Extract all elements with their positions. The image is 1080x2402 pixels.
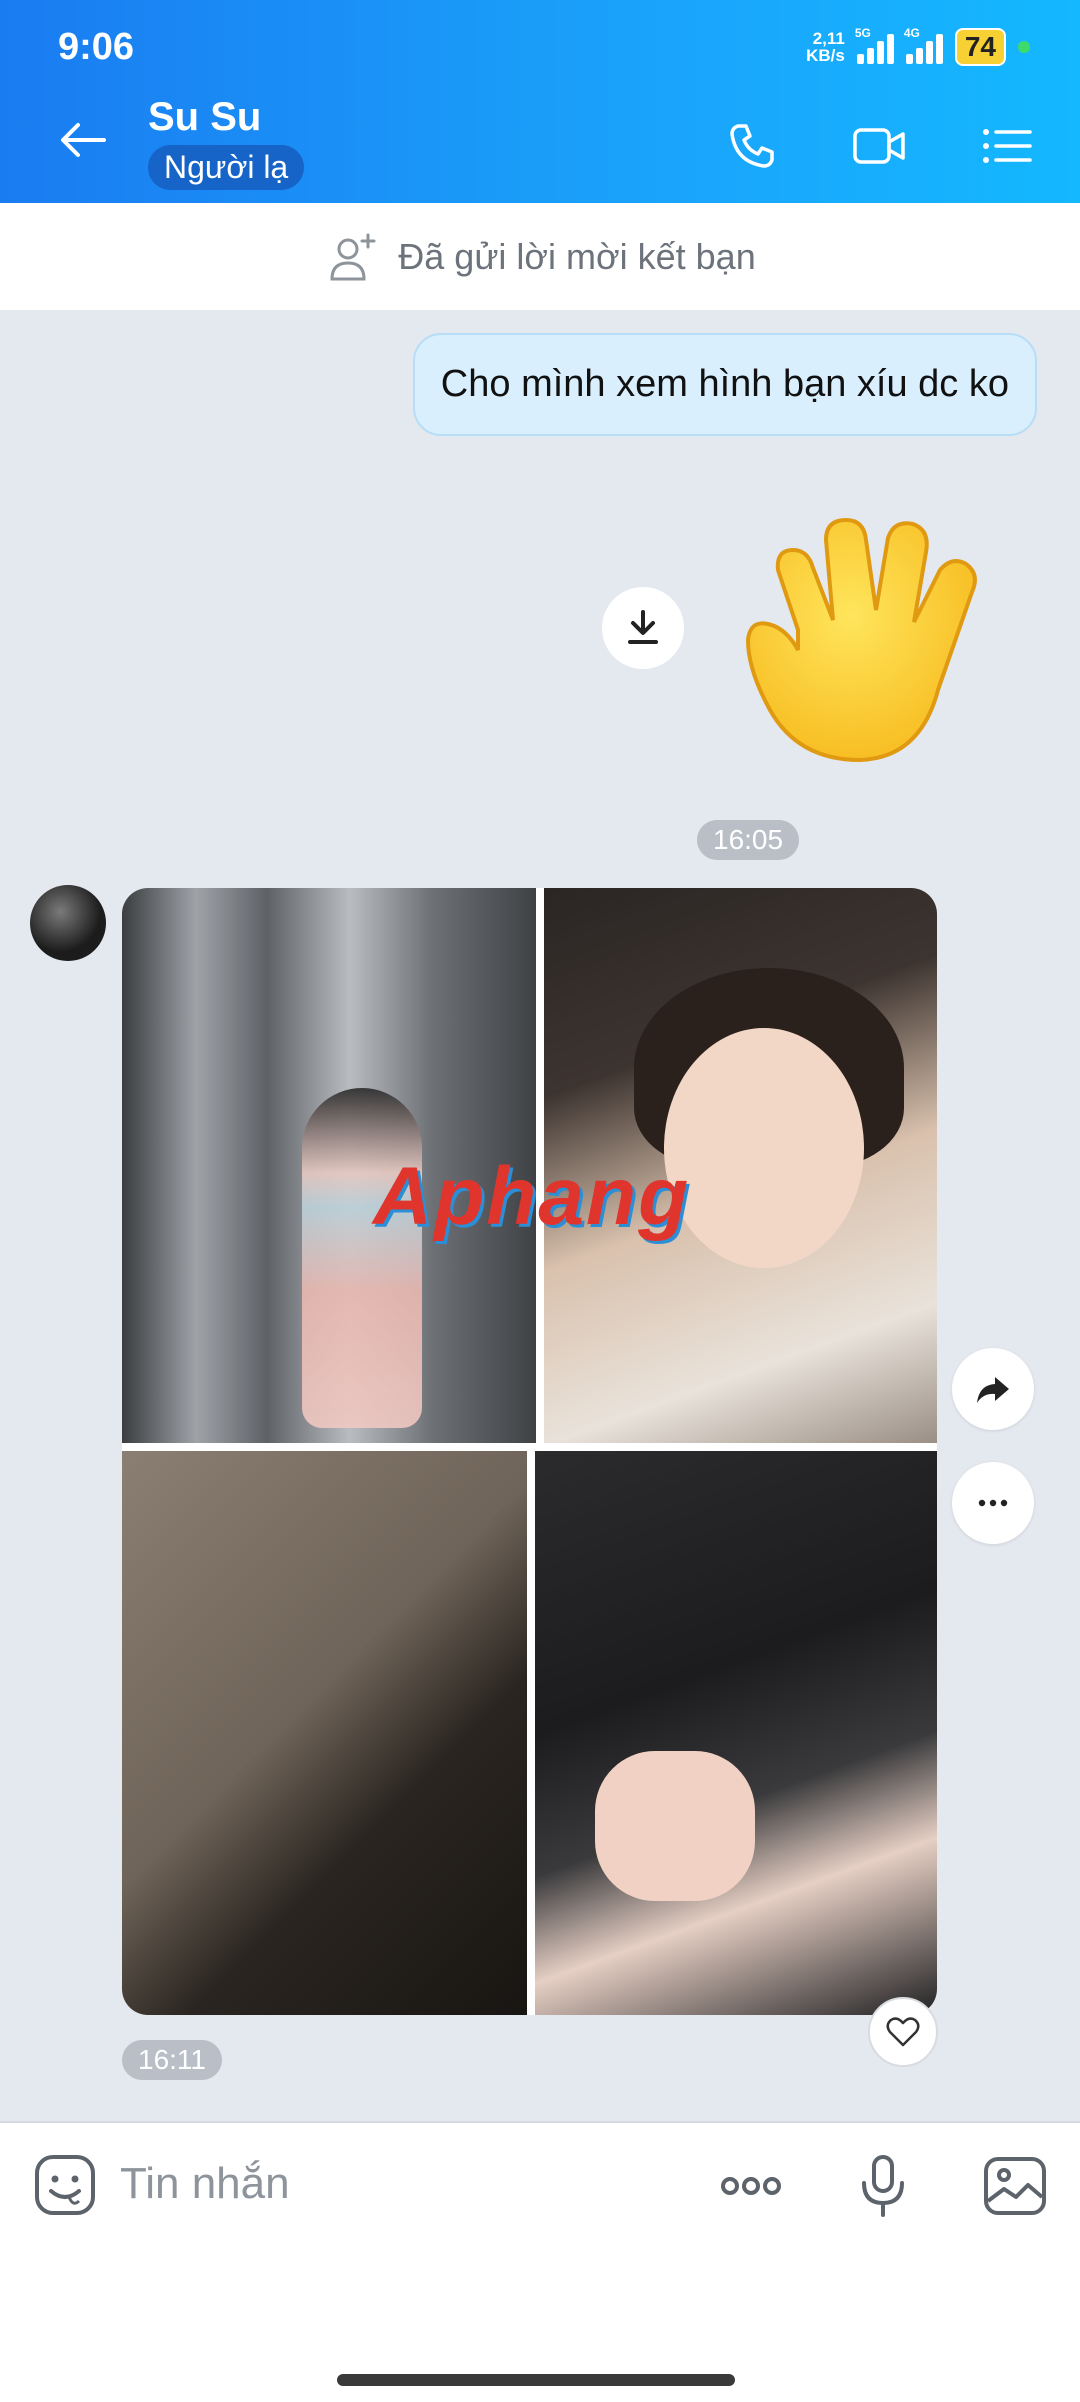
status-time: 9:06 [58, 26, 135, 68]
timestamp: 16:11 [122, 2040, 222, 2080]
avatar[interactable] [30, 885, 106, 961]
chat-header: 9:06 2,11 KB/s 5G 4G 74 Su Su Người lạ [0, 0, 1080, 203]
home-indicator[interactable] [337, 2374, 735, 2386]
download-icon [628, 610, 658, 644]
video-icon[interactable] [851, 118, 907, 174]
like-button[interactable] [868, 1997, 938, 2067]
battery-level: 74 [954, 28, 1006, 66]
message-input[interactable] [120, 2159, 620, 2209]
add-friend-icon [330, 233, 376, 280]
back-arrow-icon[interactable] [58, 115, 108, 165]
more-button[interactable] [952, 1462, 1034, 1544]
download-button[interactable] [602, 587, 684, 669]
phone-icon[interactable] [724, 118, 780, 174]
network-speed: 2,11 KB/s [806, 29, 845, 65]
photo-bed[interactable] [535, 1451, 937, 2015]
more-icon [978, 1499, 1008, 1507]
signal-5g-icon: 5G [855, 26, 894, 64]
contact-name[interactable]: Su Su [148, 95, 261, 140]
share-button[interactable] [952, 1348, 1034, 1430]
share-icon [977, 1377, 1009, 1403]
more-dots-icon[interactable] [718, 2153, 784, 2219]
timestamp: 16:05 [697, 820, 800, 860]
mic-icon[interactable] [850, 2153, 916, 2219]
stranger-badge: Người lạ [148, 145, 305, 190]
photo-grid [122, 888, 937, 2015]
photo-dark[interactable] [122, 1451, 527, 2015]
privacy-dot-icon [1018, 41, 1030, 53]
menu-icon[interactable] [978, 118, 1034, 174]
image-icon[interactable] [982, 2153, 1048, 2219]
friend-request-bar: Đã gửi lời mời kết bạn [0, 203, 1080, 310]
heart-icon [886, 2017, 920, 2047]
signal-4g-icon: 4G [904, 26, 943, 64]
composer [0, 2121, 1080, 2402]
emoji-icon[interactable] [33, 2153, 97, 2217]
friend-request-text: Đã gửi lời mời kết bạn [398, 235, 756, 277]
outgoing-message[interactable]: Cho mình xem hình bạn xíu dc ko [412, 333, 1037, 436]
watermark: Aphang [373, 1151, 691, 1242]
wave-emoji-icon[interactable] [738, 510, 1000, 772]
status-icons: 2,11 KB/s 5G 4G 74 [806, 26, 1030, 66]
